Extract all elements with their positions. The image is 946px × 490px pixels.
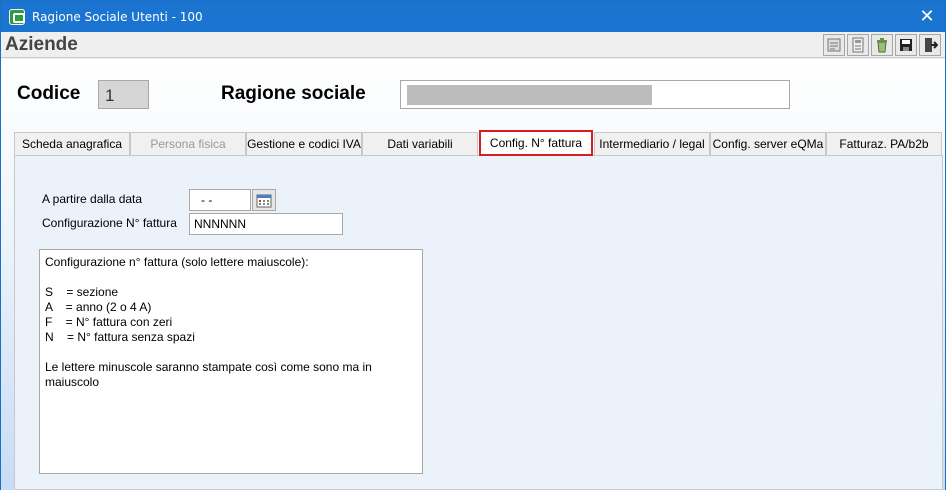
recycle-icon[interactable] [871,34,893,56]
tab-strip: Scheda anagrafica Persona fisica Gestion… [14,130,942,156]
codice-label: Codice [17,83,81,104]
tab-intermediario-legal[interactable]: Intermediario / legal [594,132,710,155]
tab-persona-fisica[interactable]: Persona fisica [130,132,246,155]
date-label: A partire dalla data [42,192,143,206]
header-bar: Aziende [1,32,945,58]
tab-fatturaz-pa-b2b[interactable]: Fatturaz. PA/b2b [826,132,942,155]
tab-scheda-anagrafica[interactable]: Scheda anagrafica [14,132,130,155]
print-preview-icon[interactable] [847,34,869,56]
ragione-sociale-field[interactable] [400,80,790,109]
toolbar [823,34,941,56]
config-n-fattura-input[interactable]: NNNNNN [189,213,343,235]
calendar-icon[interactable] [252,189,276,211]
ragione-sociale-label: Ragione sociale [221,83,366,104]
tab-config-server-eqma[interactable]: Config. server eQMa [710,132,826,155]
tab-config-n-fattura[interactable]: Config. N° fattura [479,130,593,156]
start-date-input[interactable]: - - [189,189,251,211]
tab-dati-variabili[interactable]: Dati variabili [362,132,478,155]
close-button[interactable]: ✕ [917,6,937,26]
app-window: Ragione Sociale Utenti - 100 ✕ Aziende C… [0,0,946,490]
redacted-value [407,85,652,105]
tab-gestione-codici-iva[interactable]: Gestione e codici IVA [246,132,362,155]
title-bar[interactable]: Ragione Sociale Utenti - 100 ✕ [1,1,945,32]
save-icon[interactable] [895,34,917,56]
app-chat-icon [9,8,25,25]
exit-icon[interactable] [919,34,941,56]
config-label: Configurazione N° fattura [42,216,177,230]
codice-field[interactable]: 1 [98,80,149,109]
report-icon[interactable] [823,34,845,56]
config-fattura-panel: A partire dalla data - - Configurazione … [14,155,943,490]
window-title: Ragione Sociale Utenti - 100 [32,9,203,24]
section-title: Aziende [5,34,78,55]
config-notes-textarea[interactable]: Configurazione n° fattura (solo lettere … [39,249,423,474]
main-content: Codice 1 Ragione sociale Scheda anagrafi… [1,59,945,490]
